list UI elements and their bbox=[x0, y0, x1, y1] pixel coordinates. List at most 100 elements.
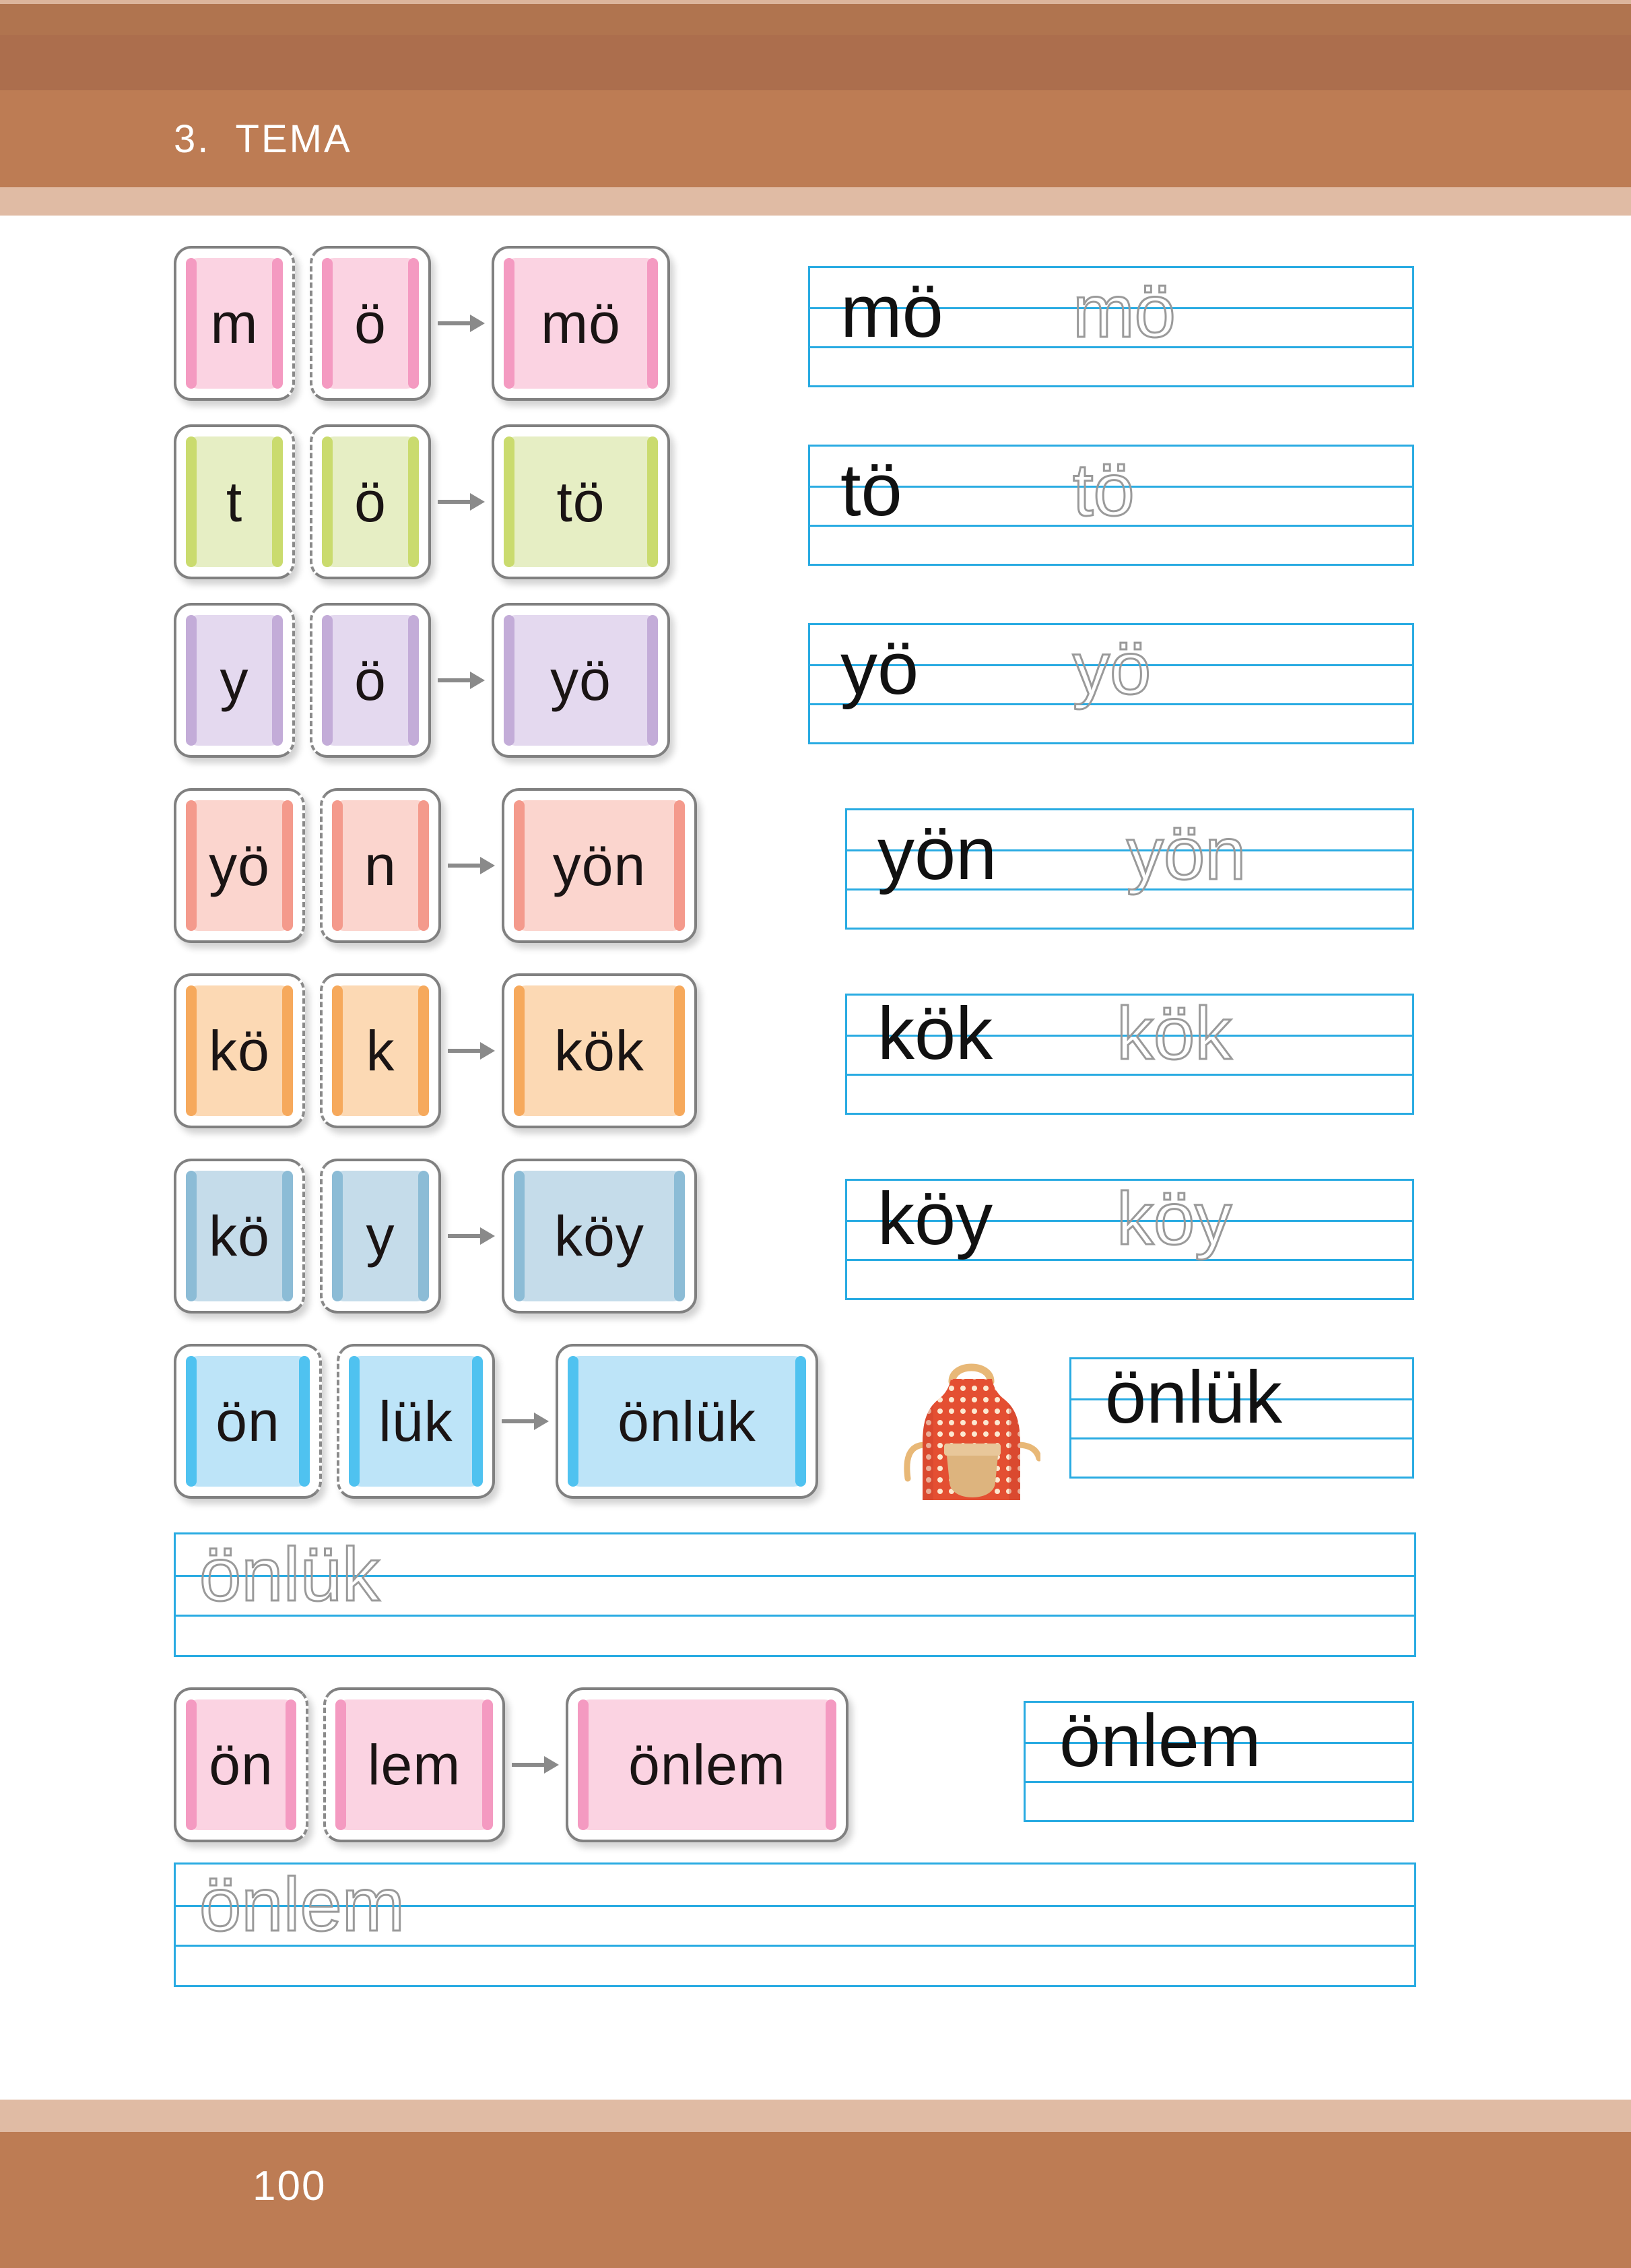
card-fill: n bbox=[332, 800, 429, 931]
syllable-card[interactable]: ö bbox=[310, 603, 431, 758]
syllable-card[interactable]: kö bbox=[174, 973, 305, 1128]
card-edge-left bbox=[349, 1356, 360, 1487]
word-card[interactable]: mö bbox=[492, 246, 670, 401]
card-fill: önlem bbox=[578, 1699, 836, 1830]
trace-word: yön bbox=[1125, 812, 1246, 895]
header-band-dark-lower bbox=[0, 35, 1631, 90]
card-edge-right bbox=[418, 985, 429, 1116]
exercise-row-koy: kö y köy köy köy bbox=[0, 1159, 1631, 1314]
practice-writing-lines[interactable]: önlük bbox=[174, 1532, 1416, 1657]
syllable-card[interactable]: k bbox=[320, 973, 441, 1128]
word-card[interactable]: köy bbox=[502, 1159, 697, 1314]
syllable-card[interactable]: ö bbox=[310, 424, 431, 579]
syllable-text: lem bbox=[367, 1733, 461, 1796]
syllable-card[interactable]: yö bbox=[174, 788, 305, 943]
writing-lines[interactable]: tö tö bbox=[808, 445, 1414, 566]
card-fill: tö bbox=[504, 436, 658, 567]
card-edge-left bbox=[322, 436, 333, 567]
footer-band-light bbox=[0, 2100, 1631, 2132]
card-fill: lem bbox=[335, 1699, 493, 1830]
writing-lines[interactable]: yö yö bbox=[808, 623, 1414, 744]
model-word: kök bbox=[877, 992, 993, 1075]
syllable-card[interactable]: lük bbox=[337, 1344, 495, 1499]
syllable-card-group: yö n yön bbox=[174, 788, 697, 943]
exercise-row-kok: kö k kök kök kök bbox=[0, 973, 1631, 1128]
word-text: önlük bbox=[618, 1390, 756, 1453]
word-card[interactable]: kök bbox=[502, 973, 697, 1128]
page-title: 3. TEMA bbox=[174, 117, 352, 161]
practice-writing-lines[interactable]: önlem bbox=[174, 1862, 1416, 1987]
card-fill: kök bbox=[514, 985, 685, 1116]
card-fill: t bbox=[186, 436, 283, 567]
card-edge-right bbox=[418, 1171, 429, 1301]
exercise-row-yon: yö n yön yön yön bbox=[0, 788, 1631, 943]
syllable-card[interactable]: lem bbox=[323, 1687, 505, 1842]
card-edge-right bbox=[282, 985, 293, 1116]
word-text: köy bbox=[554, 1204, 644, 1268]
card-edge-left bbox=[186, 1356, 197, 1487]
trace-word: mö bbox=[1072, 270, 1177, 353]
card-fill: y bbox=[186, 615, 283, 746]
practice-line-onlem-row: önlem bbox=[0, 1862, 1631, 1987]
card-edge-right bbox=[674, 800, 685, 931]
model-word: tö bbox=[840, 449, 902, 531]
card-fill: kö bbox=[186, 1171, 293, 1301]
model-word: köy bbox=[877, 1177, 993, 1260]
syllable-text: yö bbox=[209, 834, 270, 897]
card-edge-right bbox=[826, 1699, 836, 1830]
word-card[interactable]: yö bbox=[492, 603, 670, 758]
page-number: 100 bbox=[253, 2162, 327, 2209]
writing-lines[interactable]: köy köy bbox=[845, 1179, 1414, 1300]
syllable-text: y bbox=[366, 1204, 395, 1268]
word-card[interactable]: tö bbox=[492, 424, 670, 579]
card-edge-left bbox=[514, 985, 525, 1116]
syllable-card-group: ön lük önlük bbox=[174, 1344, 818, 1499]
card-edge-right bbox=[647, 436, 658, 567]
writing-lines[interactable]: mö mö bbox=[808, 266, 1414, 387]
syllable-card[interactable]: ön bbox=[174, 1344, 322, 1499]
arrow-icon bbox=[441, 788, 502, 943]
trace-word: önlük bbox=[199, 1532, 381, 1617]
syllable-card[interactable]: ö bbox=[310, 246, 431, 401]
word-text: tö bbox=[556, 470, 605, 533]
card-fill: ö bbox=[322, 615, 419, 746]
syllable-card-group: kö k kök bbox=[174, 973, 697, 1128]
word-card[interactable]: yön bbox=[502, 788, 697, 943]
writing-lines[interactable]: yön yön bbox=[845, 808, 1414, 930]
word-text: kök bbox=[554, 1019, 644, 1082]
arrow-icon bbox=[505, 1687, 566, 1842]
syllable-card[interactable]: m bbox=[174, 246, 295, 401]
card-edge-right bbox=[674, 985, 685, 1116]
syllable-card-group: t ö tö bbox=[174, 424, 670, 579]
card-edge-left bbox=[186, 985, 197, 1116]
card-edge-left bbox=[514, 1171, 525, 1301]
model-word: yön bbox=[877, 812, 997, 895]
arrow-icon bbox=[431, 603, 492, 758]
card-edge-left bbox=[322, 615, 333, 746]
card-edge-left bbox=[186, 615, 197, 746]
syllable-card[interactable]: y bbox=[174, 603, 295, 758]
word-card[interactable]: önlük bbox=[556, 1344, 818, 1499]
word-card[interactable]: önlem bbox=[566, 1687, 848, 1842]
card-fill: ö bbox=[322, 436, 419, 567]
card-fill: mö bbox=[504, 258, 658, 389]
trace-word: tö bbox=[1072, 449, 1136, 531]
card-edge-right bbox=[272, 258, 283, 389]
syllable-card[interactable]: t bbox=[174, 424, 295, 579]
syllable-text: kö bbox=[209, 1204, 270, 1268]
card-edge-right bbox=[674, 1171, 685, 1301]
syllable-card[interactable]: n bbox=[320, 788, 441, 943]
writing-lines[interactable]: kök kök bbox=[845, 994, 1414, 1115]
card-fill: y bbox=[332, 1171, 429, 1301]
syllable-card[interactable]: kö bbox=[174, 1159, 305, 1314]
card-edge-left bbox=[504, 615, 514, 746]
model-word: önlük bbox=[1105, 1356, 1282, 1439]
syllable-card[interactable]: ön bbox=[174, 1687, 308, 1842]
syllable-card[interactable]: y bbox=[320, 1159, 441, 1314]
card-fill: kö bbox=[186, 985, 293, 1116]
writing-lines[interactable]: önlem bbox=[1024, 1701, 1414, 1822]
syllable-text: kö bbox=[209, 1019, 270, 1082]
syllable-card-group: ön lem önlem bbox=[174, 1687, 848, 1842]
writing-lines[interactable]: önlük bbox=[1069, 1357, 1414, 1479]
exercise-row-to: t ö tö tö tö bbox=[0, 424, 1631, 579]
